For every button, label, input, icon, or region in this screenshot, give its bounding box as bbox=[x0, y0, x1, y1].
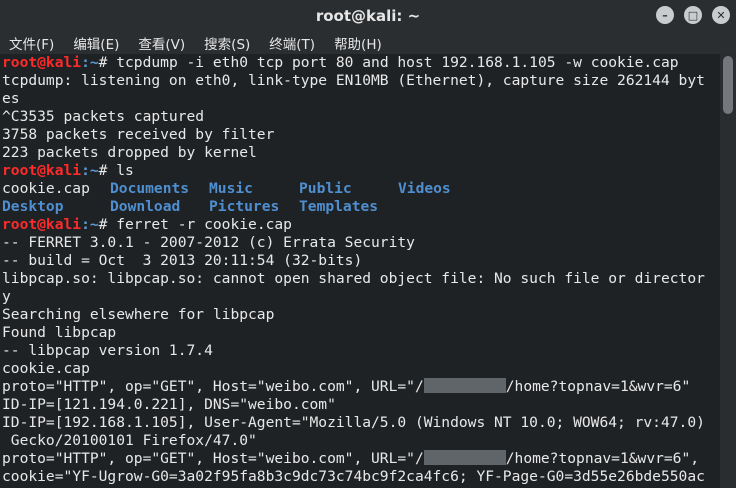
dir-entry: Music bbox=[209, 180, 253, 197]
output-text: /home?topnav=1&wvr=6", bbox=[505, 450, 700, 467]
prompt-symbol: # bbox=[98, 216, 117, 233]
window-title: root@kali: ~ bbox=[315, 7, 421, 25]
dir-entry: Desktop bbox=[2, 198, 64, 215]
output-line: proto="HTTP", op="GET", Host="weibo.com"… bbox=[0, 450, 720, 468]
command-text: ls bbox=[116, 162, 134, 179]
menu-help[interactable]: 帮助(H) bbox=[325, 33, 392, 53]
dir-entry: Pictures bbox=[209, 198, 280, 215]
dir-entry: Videos bbox=[398, 180, 451, 197]
output-line: tcpdump: listening on eth0, link-type EN… bbox=[2, 72, 705, 89]
output-line: proto="HTTP", op="GET", Host="weibo.com"… bbox=[0, 378, 720, 396]
dir-entry: Download bbox=[110, 198, 181, 215]
output-line: -- FERRET 3.0.1 - 2007-2012 (c) Errata S… bbox=[2, 234, 415, 251]
menu-terminal[interactable]: 终端(T) bbox=[260, 33, 325, 53]
command-line: root@kali:~# tcpdump -i eth0 tcp port 80… bbox=[0, 54, 720, 72]
output-line: -- build = Oct 3 2013 20:11:54 (32-bits) bbox=[2, 252, 363, 269]
output-text: proto="HTTP", op="GET", Host="weibo.com"… bbox=[2, 450, 424, 467]
output-line: cookie.cap bbox=[2, 360, 90, 377]
output-line: libpcap.so: libpcap.so: cannot open shar… bbox=[2, 270, 705, 287]
prompt-user: root@kali bbox=[2, 54, 82, 71]
maximize-icon[interactable]: □ bbox=[684, 6, 702, 24]
output-line: y bbox=[2, 288, 11, 305]
command-line: root@kali:~# ferret -r cookie.cap bbox=[0, 216, 720, 234]
scrollbar[interactable] bbox=[720, 54, 736, 488]
output-line: Found libpcap bbox=[2, 324, 117, 341]
file-entry: cookie.cap bbox=[2, 180, 90, 197]
output-line: -- libpcap version 1.7.4 bbox=[2, 342, 213, 359]
scrollbar-thumb[interactable] bbox=[723, 56, 733, 114]
dir-entry: Templates bbox=[299, 198, 379, 215]
output-line: Searching elsewhere for libpcap bbox=[2, 306, 275, 323]
dir-entry: Documents bbox=[110, 180, 190, 197]
terminal-output[interactable]: root@kali:~# tcpdump -i eth0 tcp port 80… bbox=[0, 54, 720, 488]
prompt-symbol: # bbox=[98, 162, 117, 179]
output-line: 3758 packets received by filter bbox=[2, 126, 275, 143]
menu-bar: 文件(F) 编辑(E) 查看(V) 搜索(S) 终端(T) 帮助(H) bbox=[0, 32, 736, 54]
menu-view[interactable]: 查看(V) bbox=[129, 33, 195, 53]
prompt-user: root@kali bbox=[2, 216, 82, 233]
window-controls: – □ ✕ bbox=[656, 6, 730, 24]
output-line: es bbox=[2, 90, 20, 107]
prompt-path: :~ bbox=[81, 216, 99, 233]
output-line: ID-IP=[121.194.0.221], DNS="weibo.com" bbox=[2, 396, 336, 413]
prompt-path: :~ bbox=[81, 54, 99, 71]
menu-edit[interactable]: 编辑(E) bbox=[64, 33, 129, 53]
output-line: cookie="YF-Ugrow-G0=3a02f95fa8b3c9dc73c7… bbox=[2, 468, 705, 485]
menu-file[interactable]: 文件(F) bbox=[0, 33, 64, 53]
redacted-block bbox=[423, 450, 506, 465]
command-text: tcpdump -i eth0 tcp port 80 and host 192… bbox=[116, 54, 679, 71]
output-text: /home?topnav=1&wvr=6" bbox=[505, 378, 691, 395]
menu-search[interactable]: 搜索(S) bbox=[195, 33, 260, 53]
prompt-path: :~ bbox=[81, 162, 99, 179]
ls-output-row: cookie.cap Documents Music Public Videos bbox=[0, 180, 720, 198]
output-line: ^C3535 packets captured bbox=[2, 108, 205, 125]
prompt-user: root@kali bbox=[2, 162, 82, 179]
minimize-icon[interactable]: – bbox=[656, 6, 674, 24]
output-line: Gecko/20100101 Firefox/47.0" bbox=[2, 432, 257, 449]
output-line: ID-IP=[192.168.1.105], User-Agent="Mozil… bbox=[2, 414, 705, 431]
prompt-symbol: # bbox=[98, 54, 117, 71]
ls-output-row: Desktop Download Pictures Templates bbox=[0, 198, 720, 216]
redacted-block bbox=[423, 378, 506, 393]
output-line: 223 packets dropped by kernel bbox=[2, 144, 257, 161]
close-icon[interactable]: ✕ bbox=[712, 6, 730, 24]
output-text: proto="HTTP", op="GET", Host="weibo.com"… bbox=[2, 378, 424, 395]
command-text: ferret -r cookie.cap bbox=[116, 216, 292, 233]
command-line: root@kali:~# ls bbox=[0, 162, 720, 180]
title-bar: root@kali: ~ – □ ✕ bbox=[0, 0, 736, 32]
dir-entry: Public bbox=[299, 180, 352, 197]
